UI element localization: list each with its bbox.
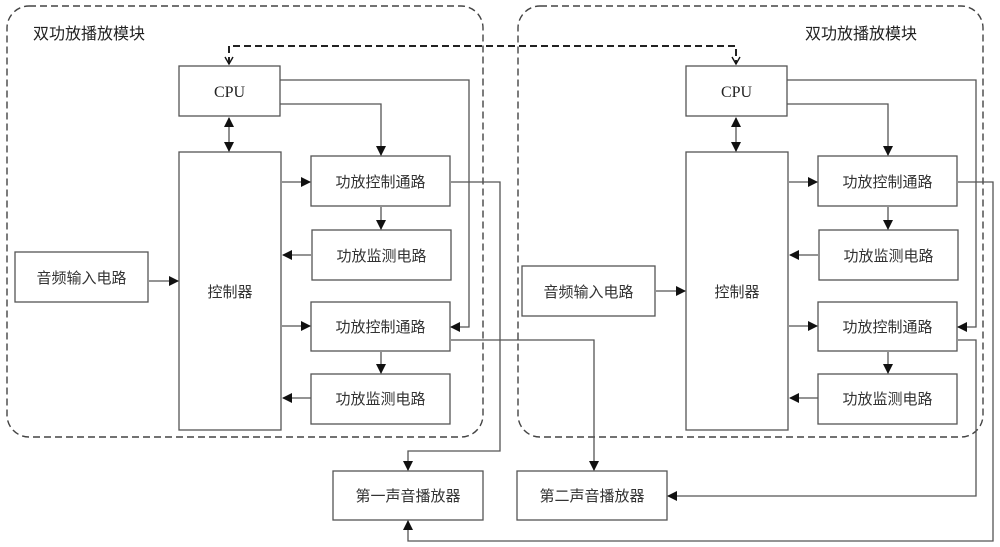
block-diagram: 双功放播放模块 CPU 控制器 音频输入电路 功放控制通路 功放监测电路 功放控… bbox=[6, 5, 994, 542]
second-player-label: 第二声音播放器 bbox=[539, 487, 644, 505]
module-left-audio-input-label: 音频输入电路 bbox=[36, 269, 126, 287]
module-left-amp-monitor-1-label: 功放监测电路 bbox=[336, 247, 426, 265]
module-right: 双功放播放模块 CPU 控制器 音频输入电路 功放控制通路 功放监测电路 功放控… bbox=[517, 5, 984, 438]
module-right-audio-input-label: 音频输入电路 bbox=[543, 283, 633, 301]
module-right-amp-control-1-label: 功放控制通路 bbox=[842, 173, 932, 191]
module-left-amp-control-1-label: 功放控制通路 bbox=[335, 173, 425, 191]
module-right-amp-monitor-2-label: 功放监测电路 bbox=[842, 390, 932, 408]
module-left: 双功放播放模块 CPU 控制器 音频输入电路 功放控制通路 功放监测电路 功放控… bbox=[6, 5, 484, 438]
module-left-title: 双功放播放模块 bbox=[33, 24, 145, 43]
module-right-amp-control-2-label: 功放控制通路 bbox=[842, 318, 932, 336]
module-right-controller-label: 控制器 bbox=[714, 283, 759, 301]
module-right-cpu-label: CPU bbox=[721, 84, 753, 101]
module-left-amp-monitor-2-label: 功放监测电路 bbox=[335, 390, 425, 408]
module-left-cpu-to-amp-control-1 bbox=[280, 103, 386, 156]
module-left-controller-label: 控制器 bbox=[207, 283, 252, 301]
module-right-cpu-to-amp-control-1 bbox=[787, 103, 893, 156]
first-player-label: 第一声音播放器 bbox=[355, 487, 460, 505]
module-right-amp-monitor-1-label: 功放监测电路 bbox=[843, 247, 933, 265]
module-left-cpu-label: CPU bbox=[214, 84, 246, 101]
module-right-title: 双功放播放模块 bbox=[805, 24, 917, 43]
module-left-amp-control-2-label: 功放控制通路 bbox=[335, 318, 425, 336]
